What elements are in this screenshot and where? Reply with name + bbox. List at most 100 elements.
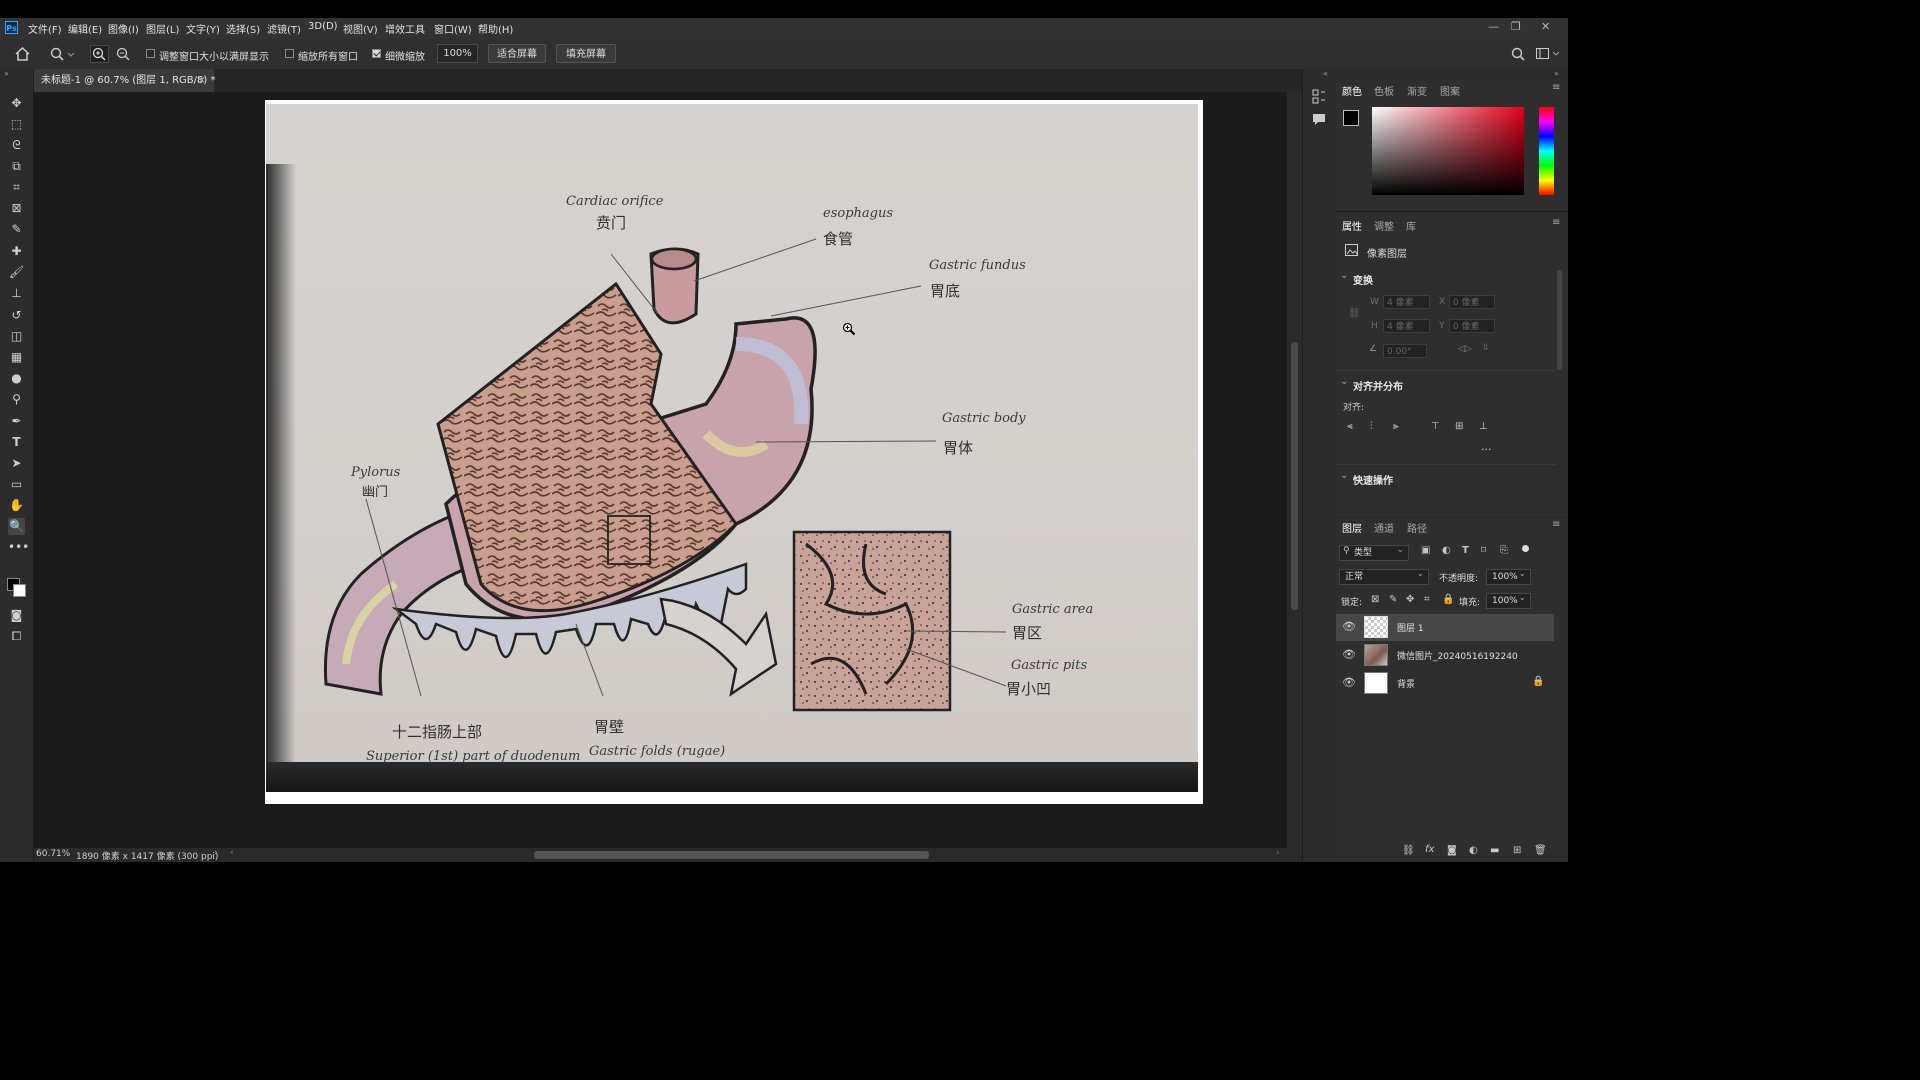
menu-filter[interactable]: 滤镜(T) <box>267 21 301 36</box>
fx-icon[interactable]: fx <box>1425 844 1434 855</box>
menu-help[interactable]: 帮助(H) <box>478 21 513 36</box>
hue-slider[interactable] <box>1539 107 1554 195</box>
home-icon[interactable] <box>15 47 30 61</box>
tab-color[interactable]: 颜色 <box>1342 83 1362 98</box>
visibility-eye-icon[interactable]: 👁 <box>1342 620 1356 633</box>
brush-tool-icon[interactable]: 🖌 <box>8 264 25 281</box>
filter-smart-object-icon[interactable]: ⎘ <box>1500 545 1508 556</box>
quick-actions-title[interactable]: 快速操作 <box>1353 472 1393 487</box>
zoom-all-checkbox[interactable] <box>285 49 294 58</box>
blur-tool-icon[interactable]: ● <box>8 370 25 387</box>
zoom-tool-icon[interactable]: 🔍 <box>8 518 25 535</box>
zoom-out-icon[interactable] <box>116 47 131 62</box>
menu-view[interactable]: 视图(V) <box>343 21 378 36</box>
lock-position-icon[interactable]: ✥ <box>1406 594 1414 605</box>
document-tab-close-icon[interactable]: × <box>198 69 206 92</box>
status-menu-arrow-icon[interactable]: › <box>214 848 218 858</box>
panel-menu-icon[interactable]: ≡ <box>1552 82 1560 93</box>
close-button[interactable]: ✕ <box>1541 20 1550 33</box>
properties-menu-icon[interactable]: ≡ <box>1552 217 1560 228</box>
scroll-left-icon[interactable]: ‹ <box>230 848 234 858</box>
menu-file[interactable]: 文件(F) <box>28 21 62 36</box>
lock-transparent-icon[interactable]: ⊠ <box>1371 594 1379 605</box>
flip-vertical-icon[interactable]: ⇳ <box>1482 343 1490 353</box>
link-layers-icon[interactable]: ⛓ <box>1402 845 1415 856</box>
fill-screen-button[interactable]: 填充屏幕 <box>556 44 616 63</box>
type-tool-icon[interactable]: T <box>8 434 25 451</box>
menu-layer[interactable]: 图层(L) <box>146 21 179 36</box>
marquee-tool-icon[interactable]: ⬚ <box>8 116 25 133</box>
tab-paths[interactable]: 路径 <box>1407 520 1427 535</box>
properties-scrollbar[interactable] <box>1557 270 1562 370</box>
layer-row[interactable]: 👁 微信图片_20240516192240 <box>1336 642 1554 669</box>
path-select-tool-icon[interactable]: ➤ <box>8 455 25 472</box>
scrubby-zoom-checkbox[interactable] <box>372 49 381 58</box>
filter-type-icon[interactable]: T <box>1462 545 1469 556</box>
new-layer-icon[interactable]: ⊞ <box>1513 845 1521 856</box>
tab-gradients[interactable]: 渐变 <box>1407 83 1427 98</box>
eyedropper-tool-icon[interactable]: ✎ <box>8 221 25 238</box>
status-zoom[interactable]: 60.71% <box>36 849 70 859</box>
link-icon[interactable]: ⛓ <box>1348 308 1361 319</box>
visibility-eye-icon[interactable]: 👁 <box>1342 648 1356 661</box>
zoom-in-button[interactable] <box>90 45 109 63</box>
color-field[interactable] <box>1372 107 1524 195</box>
menu-3d[interactable]: 3D(D) <box>308 21 338 32</box>
menu-window[interactable]: 窗口(W) <box>434 21 472 36</box>
filter-toggle-icon[interactable] <box>1522 545 1529 552</box>
minimize-button[interactable]: — <box>1488 20 1499 33</box>
height-field[interactable]: 4 像素 <box>1383 319 1430 333</box>
scroll-right-icon[interactable]: › <box>1276 848 1280 858</box>
resize-windows-checkbox[interactable] <box>146 49 155 58</box>
workspace-icon[interactable] <box>1536 48 1560 60</box>
gradient-tool-icon[interactable]: ▦ <box>8 349 25 366</box>
rectangle-tool-icon[interactable]: ▭ <box>8 476 25 493</box>
comments-panel-icon[interactable] <box>1312 113 1327 127</box>
blend-mode-dropdown[interactable]: 正常 <box>1339 567 1429 585</box>
history-panel-icon[interactable] <box>1312 89 1327 104</box>
opacity-field[interactable]: 100% <box>1486 567 1531 585</box>
restore-button[interactable]: ❐ <box>1511 20 1521 33</box>
hand-tool-icon[interactable]: ✋ <box>8 497 25 514</box>
tab-swatches[interactable]: 色板 <box>1374 83 1394 98</box>
vertical-scrollbar[interactable] <box>1287 92 1302 848</box>
expand-arrows-icon[interactable]: « <box>1323 69 1328 78</box>
lasso-tool-icon[interactable]: ᘓ <box>8 137 25 154</box>
background-color-swatch[interactable] <box>13 584 26 597</box>
more-tools-icon[interactable]: ••• <box>8 539 29 556</box>
menu-plugins[interactable]: 增效工具 <box>385 21 425 36</box>
menu-select[interactable]: 选择(S) <box>226 21 260 36</box>
history-brush-tool-icon[interactable]: ↺ <box>8 307 25 324</box>
lock-artboard-icon[interactable]: ⌗ <box>1424 594 1430 605</box>
zoom-tool-preset-icon[interactable] <box>50 47 74 61</box>
screen-mode-icon[interactable]: ⧠ <box>8 628 25 645</box>
clone-stamp-tool-icon[interactable]: ⊥ <box>8 285 25 302</box>
frame-tool-icon[interactable]: ⊠ <box>8 200 25 217</box>
adjustment-layer-icon[interactable]: ◐ <box>1469 845 1478 856</box>
color-foreground-swatch[interactable] <box>1343 110 1359 126</box>
menu-type[interactable]: 文字(Y) <box>186 21 220 36</box>
tab-properties[interactable]: 属性 <box>1342 218 1362 233</box>
quick-mask-icon[interactable]: ◙ <box>8 607 25 624</box>
align-left-icon[interactable]: ⫷ <box>1347 421 1353 432</box>
horizontal-scroll-thumb[interactable] <box>534 851 929 859</box>
filter-pixel-icon[interactable]: ▣ <box>1421 545 1430 556</box>
delete-layer-icon[interactable]: 🗑 <box>1534 845 1547 856</box>
layer-row[interactable]: 👁 图层 1 <box>1336 614 1554 641</box>
search-icon[interactable] <box>1511 47 1525 61</box>
collapse-arrows-icon[interactable]: » <box>4 69 9 78</box>
tab-layers[interactable]: 图层 <box>1342 520 1362 535</box>
align-section-title[interactable]: 对齐并分布 <box>1353 378 1403 393</box>
tab-patterns[interactable]: 图案 <box>1440 83 1460 98</box>
layer-row[interactable]: 👁 背景 🔒 <box>1336 670 1554 697</box>
align-chevron-icon[interactable]: ⌄ <box>1340 376 1348 387</box>
eraser-tool-icon[interactable]: ◫ <box>8 328 25 345</box>
angle-field[interactable]: 0.00° <box>1383 344 1427 358</box>
align-bottom-icon[interactable]: ⊥ <box>1479 421 1488 432</box>
zoom-percent-field[interactable]: 100% <box>437 44 478 63</box>
new-group-icon[interactable]: ▬ <box>1490 845 1499 856</box>
lock-all-icon[interactable]: 🔒 <box>1442 594 1454 605</box>
dodge-tool-icon[interactable]: ⚲ <box>8 391 25 408</box>
crop-tool-icon[interactable]: ⌗ <box>8 179 25 196</box>
align-h-center-icon[interactable]: ⫶ <box>1370 421 1373 432</box>
